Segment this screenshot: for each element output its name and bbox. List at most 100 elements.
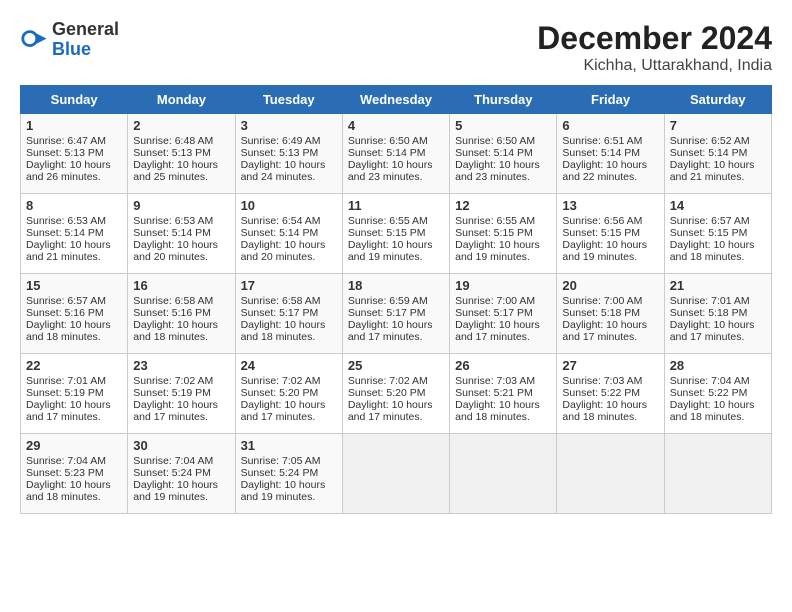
day-number: 29 bbox=[26, 438, 122, 453]
logo-blue: Blue bbox=[52, 40, 119, 60]
day-info: and 17 minutes. bbox=[133, 411, 229, 423]
day-info: Sunset: 5:18 PM bbox=[562, 307, 658, 319]
day-info: Daylight: 10 hours bbox=[348, 399, 444, 411]
day-info: Daylight: 10 hours bbox=[133, 399, 229, 411]
day-info: and 23 minutes. bbox=[348, 171, 444, 183]
day-number: 30 bbox=[133, 438, 229, 453]
day-info: Daylight: 10 hours bbox=[455, 399, 551, 411]
day-number: 2 bbox=[133, 118, 229, 133]
calendar-cell: 23Sunrise: 7:02 AMSunset: 5:19 PMDayligh… bbox=[128, 354, 235, 434]
calendar-cell: 29 Sunrise: 7:04 AMSunset: 5:23 PMDayligh… bbox=[21, 434, 128, 514]
day-info: Sunrise: 7:01 AM bbox=[26, 375, 122, 387]
day-info: Daylight: 10 hours bbox=[241, 239, 337, 251]
day-info: Daylight: 10 hours bbox=[26, 399, 122, 411]
calendar-header: SundayMondayTuesdayWednesdayThursdayFrid… bbox=[21, 86, 772, 114]
day-info: and 17 minutes. bbox=[562, 331, 658, 343]
day-info: and 18 minutes. bbox=[26, 331, 122, 343]
header-tuesday: Tuesday bbox=[235, 86, 342, 114]
day-info: Daylight: 10 hours bbox=[670, 239, 766, 251]
day-info: and 18 minutes. bbox=[670, 411, 766, 423]
day-info: Daylight: 10 hours bbox=[241, 159, 337, 171]
calendar-cell: 26Sunrise: 7:03 AMSunset: 5:21 PMDayligh… bbox=[450, 354, 557, 434]
day-number: 25 bbox=[348, 358, 444, 373]
calendar-cell: 5Sunrise: 6:50 AMSunset: 5:14 PMDaylight… bbox=[450, 114, 557, 194]
day-info: Sunset: 5:23 PM bbox=[26, 467, 122, 479]
day-info: Sunrise: 7:03 AM bbox=[455, 375, 551, 387]
day-number: 28 bbox=[670, 358, 766, 373]
week-row-5: 29 Sunrise: 7:04 AMSunset: 5:23 PMDayligh… bbox=[21, 434, 772, 514]
month-title: December 2024 bbox=[537, 20, 772, 57]
day-number: 4 bbox=[348, 118, 444, 133]
day-number: 20 bbox=[562, 278, 658, 293]
day-info: and 18 minutes. bbox=[455, 411, 551, 423]
calendar-table: SundayMondayTuesdayWednesdayThursdayFrid… bbox=[20, 85, 772, 514]
day-info: Daylight: 10 hours bbox=[241, 399, 337, 411]
day-number: 27 bbox=[562, 358, 658, 373]
day-number: 3 bbox=[241, 118, 337, 133]
calendar-cell: 1Sunrise: 6:47 AMSunset: 5:13 PMDaylight… bbox=[21, 114, 128, 194]
week-row-1: 1Sunrise: 6:47 AMSunset: 5:13 PMDaylight… bbox=[21, 114, 772, 194]
day-info: Sunrise: 6:48 AM bbox=[133, 135, 229, 147]
calendar-cell: 27Sunrise: 7:03 AMSunset: 5:22 PMDayligh… bbox=[557, 354, 664, 434]
day-info: and 23 minutes. bbox=[455, 171, 551, 183]
day-info: and 18 minutes. bbox=[562, 411, 658, 423]
day-info: Sunrise: 6:52 AM bbox=[670, 135, 766, 147]
day-info: Daylight: 10 hours bbox=[562, 319, 658, 331]
day-info: Sunrise: 7:02 AM bbox=[241, 375, 337, 387]
calendar-cell bbox=[342, 434, 449, 514]
day-info: Sunrise: 6:56 AM bbox=[562, 215, 658, 227]
week-row-2: 8Sunrise: 6:53 AMSunset: 5:14 PMDaylight… bbox=[21, 194, 772, 274]
day-info: Daylight: 10 hours bbox=[670, 319, 766, 331]
day-number: 23 bbox=[133, 358, 229, 373]
calendar-cell: 20Sunrise: 7:00 AMSunset: 5:18 PMDayligh… bbox=[557, 274, 664, 354]
day-number: 1 bbox=[26, 118, 122, 133]
day-info: and 17 minutes. bbox=[348, 411, 444, 423]
day-info: Daylight: 10 hours bbox=[133, 159, 229, 171]
day-number: 12 bbox=[455, 198, 551, 213]
location: Kichha, Uttarakhand, India bbox=[537, 57, 772, 75]
day-info: Sunrise: 6:53 AM bbox=[133, 215, 229, 227]
day-info: and 21 minutes. bbox=[26, 251, 122, 263]
calendar-cell: 14Sunrise: 6:57 AMSunset: 5:15 PMDayligh… bbox=[664, 194, 771, 274]
day-info: Sunset: 5:24 PM bbox=[133, 467, 229, 479]
day-number: 15 bbox=[26, 278, 122, 293]
header-row: SundayMondayTuesdayWednesdayThursdayFrid… bbox=[21, 86, 772, 114]
calendar-cell: 28Sunrise: 7:04 AMSunset: 5:22 PMDayligh… bbox=[664, 354, 771, 434]
day-info: Sunrise: 6:55 AM bbox=[455, 215, 551, 227]
calendar-cell: 11Sunrise: 6:55 AMSunset: 5:15 PMDayligh… bbox=[342, 194, 449, 274]
header-saturday: Saturday bbox=[664, 86, 771, 114]
day-info: and 18 minutes. bbox=[670, 251, 766, 263]
day-info: Sunset: 5:14 PM bbox=[133, 227, 229, 239]
day-info: Sunset: 5:17 PM bbox=[348, 307, 444, 319]
calendar-cell: 31Sunrise: 7:05 AMSunset: 5:24 PMDayligh… bbox=[235, 434, 342, 514]
day-info: Daylight: 10 hours bbox=[26, 479, 122, 491]
calendar-cell bbox=[557, 434, 664, 514]
day-info: and 26 minutes. bbox=[26, 171, 122, 183]
day-info: Daylight: 10 hours bbox=[26, 239, 122, 251]
day-info: Sunrise: 7:04 AM bbox=[26, 455, 122, 467]
day-number: 24 bbox=[241, 358, 337, 373]
calendar-cell: 13Sunrise: 6:56 AMSunset: 5:15 PMDayligh… bbox=[557, 194, 664, 274]
header-friday: Friday bbox=[557, 86, 664, 114]
calendar-cell: 6Sunrise: 6:51 AMSunset: 5:14 PMDaylight… bbox=[557, 114, 664, 194]
calendar-cell: 30Sunrise: 7:04 AMSunset: 5:24 PMDayligh… bbox=[128, 434, 235, 514]
day-number: 13 bbox=[562, 198, 658, 213]
day-info: Sunset: 5:13 PM bbox=[26, 147, 122, 159]
day-info: Sunrise: 7:00 AM bbox=[455, 295, 551, 307]
day-info: Daylight: 10 hours bbox=[348, 319, 444, 331]
day-info: Daylight: 10 hours bbox=[241, 319, 337, 331]
day-info: Sunset: 5:22 PM bbox=[670, 387, 766, 399]
day-info: Sunrise: 7:05 AM bbox=[241, 455, 337, 467]
calendar-cell: 18Sunrise: 6:59 AMSunset: 5:17 PMDayligh… bbox=[342, 274, 449, 354]
day-info: Sunset: 5:19 PM bbox=[133, 387, 229, 399]
day-info: Sunset: 5:17 PM bbox=[455, 307, 551, 319]
calendar-cell: 9Sunrise: 6:53 AMSunset: 5:14 PMDaylight… bbox=[128, 194, 235, 274]
calendar-cell: 3Sunrise: 6:49 AMSunset: 5:13 PMDaylight… bbox=[235, 114, 342, 194]
title-block: December 2024 Kichha, Uttarakhand, India bbox=[537, 20, 772, 75]
day-info: Sunrise: 6:50 AM bbox=[348, 135, 444, 147]
day-info: Sunset: 5:15 PM bbox=[670, 227, 766, 239]
day-number: 22 bbox=[26, 358, 122, 373]
calendar-body: 1Sunrise: 6:47 AMSunset: 5:13 PMDaylight… bbox=[21, 114, 772, 514]
header-monday: Monday bbox=[128, 86, 235, 114]
day-info: Sunrise: 7:04 AM bbox=[670, 375, 766, 387]
